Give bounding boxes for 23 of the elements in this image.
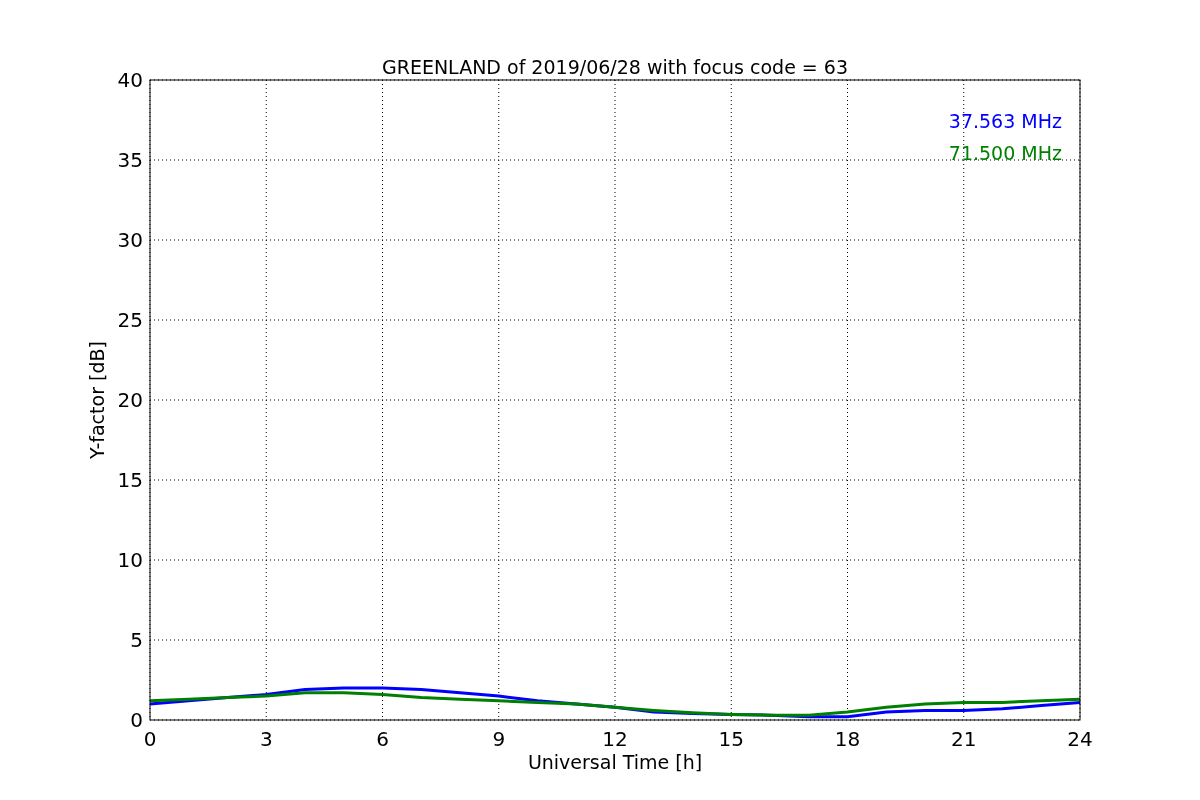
y-tick-label: 15: [117, 468, 143, 492]
x-axis-label: Universal Time [h]: [527, 751, 703, 773]
x-tick-label: 21: [951, 727, 977, 751]
chart-title: GREENLAND of 2019/06/28 with focus code = 63: [382, 56, 848, 78]
x-tick-label: 3: [259, 727, 273, 751]
x-tick-label: 0: [143, 727, 157, 751]
x-tick-label: 6: [376, 727, 389, 751]
y-axis-label: Y-factor [dB]: [86, 341, 108, 459]
y-tick-label: 40: [117, 68, 143, 92]
legend-label: 37.563 MHz: [948, 110, 1062, 132]
y-tick-label: 0: [130, 708, 143, 732]
legend-label: 71.500 MHz: [948, 142, 1062, 164]
x-tick-label: 9: [492, 727, 506, 751]
x-tick-label: 24: [1067, 727, 1093, 751]
y-tick-label: 30: [117, 228, 143, 252]
y-tick-label: 20: [117, 388, 143, 412]
x-tick-label: 12: [602, 727, 628, 751]
y-tick-label: 25: [117, 308, 143, 332]
x-tick-label: 18: [834, 727, 861, 751]
y-tick-label: 5: [130, 628, 143, 652]
y-tick-label: 10: [117, 548, 143, 572]
x-tick-label: 15: [718, 727, 744, 751]
y-tick-label: 35: [117, 148, 143, 172]
